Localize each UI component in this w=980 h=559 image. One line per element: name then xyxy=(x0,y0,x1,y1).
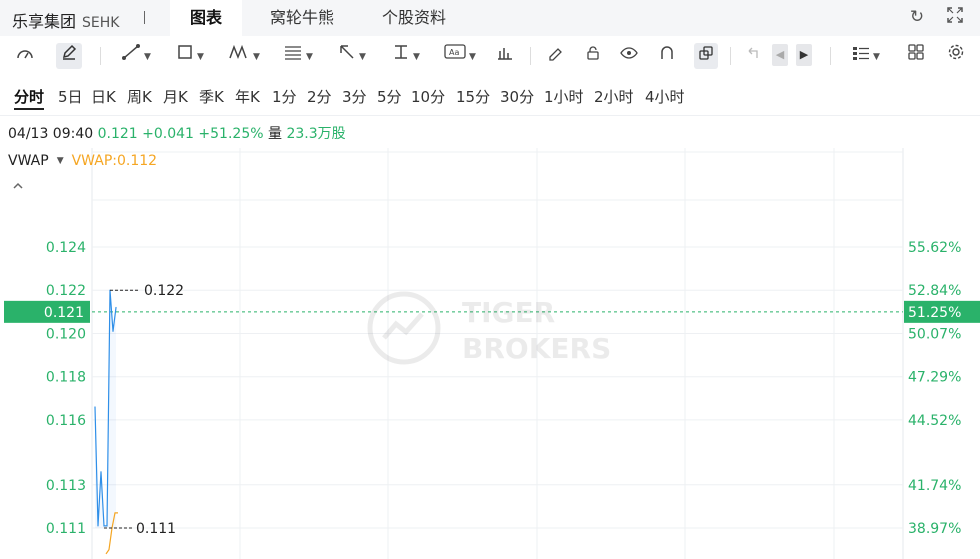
price-point xyxy=(100,471,102,473)
quote-datetime: 04/13 09:40 xyxy=(8,126,94,142)
stock-code: SEHK xyxy=(82,15,120,31)
period-3[interactable]: 周K xyxy=(127,86,152,107)
price-point xyxy=(115,306,117,309)
high-marker-label: 0.122 xyxy=(144,283,184,299)
y-tick-left: 0.120 xyxy=(46,326,86,342)
current-price-label: 0.121 xyxy=(44,305,84,321)
quote-price: 0.121 xyxy=(97,126,138,142)
tab-profile[interactable]: 个股资料 xyxy=(366,0,462,36)
price-point xyxy=(97,525,99,527)
watermark-line1: TIGER xyxy=(462,296,555,329)
measure-tool-icon[interactable]: ▼ xyxy=(386,43,426,69)
period-16[interactable]: 4小时 xyxy=(645,86,685,107)
period-bar: 分时 5日 日K 周K 月K 季K 年K 1分 2分 3分 5分 10分 15分… xyxy=(0,80,980,110)
top-tab-bar: 乐享集团 SEHK 图表 窝轮牛熊 个股资料 ↻ xyxy=(0,0,980,36)
vwap-legend[interactable]: VWAP ▼ VWAP:0.112 xyxy=(8,153,157,169)
period-9[interactable]: 3分 xyxy=(342,86,367,107)
text-tool-icon[interactable]: Aa ▼ xyxy=(440,43,480,69)
period-0[interactable]: 分时 xyxy=(14,86,44,107)
toolbar-divider xyxy=(730,47,731,65)
grid-icon[interactable] xyxy=(904,43,928,69)
y-tick-right: 44.52% xyxy=(908,413,961,429)
indicator-gauge-icon[interactable] xyxy=(12,43,38,69)
y-tick-right: 52.84% xyxy=(908,283,961,299)
price-point xyxy=(103,525,105,527)
settings-icon[interactable] xyxy=(944,43,968,69)
vwap-name: VWAP xyxy=(8,153,49,169)
y-tick-left: 0.116 xyxy=(46,413,86,429)
title-divider xyxy=(144,11,145,24)
period-13[interactable]: 30分 xyxy=(500,86,534,107)
undo-icon[interactable] xyxy=(742,43,764,69)
watermark-line2: BROKERS xyxy=(462,332,611,365)
line-tool-icon[interactable]: ▼ xyxy=(116,43,156,69)
stock-title: 乐享集团 SEHK xyxy=(12,8,119,32)
period-1[interactable]: 5日 xyxy=(58,86,83,107)
tiger-brokers-watermark: TIGER BROKERS xyxy=(366,290,626,374)
period-14[interactable]: 1小时 xyxy=(544,86,584,107)
layout-icon[interactable]: ▼ xyxy=(846,43,886,69)
stock-name: 乐享集团 xyxy=(12,12,77,31)
quote-change: +0.041 xyxy=(142,126,194,142)
period-5[interactable]: 季K xyxy=(199,86,224,107)
y-tick-right: 38.97% xyxy=(908,521,961,537)
period-10[interactable]: 5分 xyxy=(377,86,402,107)
quote-volume-label: 量 xyxy=(268,126,282,142)
period-7[interactable]: 1分 xyxy=(272,86,297,107)
y-tick-left: 0.124 xyxy=(46,240,86,256)
lock-icon[interactable] xyxy=(582,43,604,69)
chevron-down-icon[interactable]: ▼ xyxy=(57,156,64,166)
quote-change-pct: +51.25% xyxy=(198,126,264,142)
active-period-underline xyxy=(14,108,44,110)
toolbar-divider xyxy=(100,47,101,65)
period-4[interactable]: 月K xyxy=(163,86,188,107)
period-11[interactable]: 10分 xyxy=(411,86,445,107)
toolbar-divider xyxy=(830,47,831,65)
toolbar-divider xyxy=(530,47,531,65)
period-15[interactable]: 2小时 xyxy=(594,86,634,107)
rectangle-tool-icon[interactable]: ▼ xyxy=(170,43,210,69)
tab-chart[interactable]: 图表 xyxy=(170,0,242,36)
arrow-tool-icon[interactable]: ▼ xyxy=(332,43,372,69)
magnet-icon[interactable] xyxy=(656,43,678,69)
fib-tool-icon[interactable]: ▼ xyxy=(278,43,318,69)
refresh-icon[interactable]: ↻ xyxy=(906,6,928,28)
price-point xyxy=(112,330,114,332)
link-icon[interactable] xyxy=(694,43,718,69)
current-pct-label: 51.25% xyxy=(908,305,961,321)
draw-pen-icon[interactable] xyxy=(56,43,82,69)
quote-line: 04/13 09:40 0.121 +0.041 +51.25% 量 23.3万… xyxy=(8,123,346,143)
period-8[interactable]: 2分 xyxy=(307,86,332,107)
quote-volume: 23.3万股 xyxy=(286,126,346,142)
eraser-icon[interactable] xyxy=(544,43,566,69)
next-icon[interactable]: ▶ xyxy=(796,44,812,66)
chevron-up-icon[interactable] xyxy=(12,180,24,195)
vwap-value: VWAP:0.112 xyxy=(71,153,158,169)
y-tick-right: 41.74% xyxy=(908,478,961,494)
low-marker-label: 0.111 xyxy=(136,521,176,537)
y-tick-left: 0.111 xyxy=(46,521,86,537)
y-tick-left: 0.113 xyxy=(46,478,86,494)
prev-icon[interactable]: ◀ xyxy=(772,44,788,66)
svg-text:Aa: Aa xyxy=(449,48,459,57)
price-point xyxy=(106,525,108,527)
tab-warrants[interactable]: 窝轮牛熊 xyxy=(254,0,350,36)
y-tick-left: 0.122 xyxy=(46,283,86,299)
fullscreen-icon[interactable] xyxy=(944,6,966,28)
y-tick-right: 50.07% xyxy=(908,326,961,342)
drawing-toolbar: ▼ ▼ ▼ ▼ ▼ ▼ Aa ▼ ▼ xyxy=(0,36,980,76)
divider xyxy=(0,115,980,116)
y-tick-right: 55.62% xyxy=(908,240,961,256)
pattern-tool-icon[interactable]: ▼ xyxy=(224,43,264,69)
price-point xyxy=(94,406,96,408)
y-tick-left: 0.118 xyxy=(46,370,86,386)
period-2[interactable]: 日K xyxy=(91,86,116,107)
period-12[interactable]: 15分 xyxy=(456,86,490,107)
y-tick-right: 47.29% xyxy=(908,370,961,386)
bar-tool-icon[interactable] xyxy=(494,43,516,69)
period-6[interactable]: 年K xyxy=(235,86,260,107)
eye-icon[interactable] xyxy=(618,43,640,69)
